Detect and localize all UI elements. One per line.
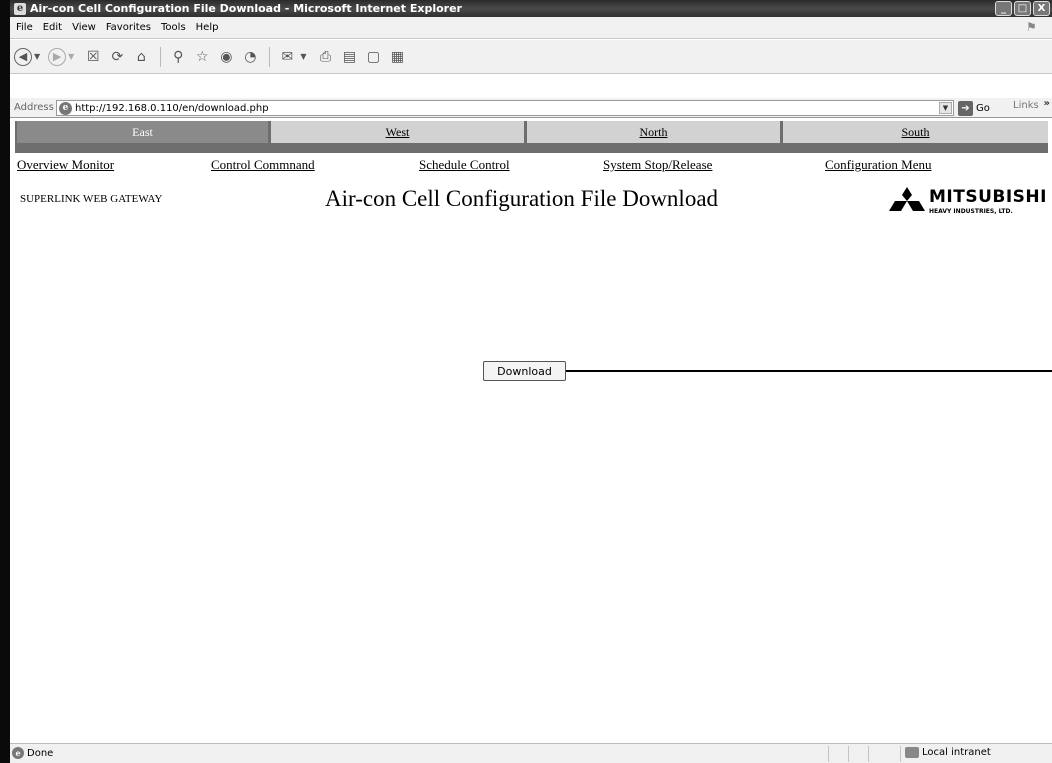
region-tabs: East West North South [15, 121, 1048, 153]
intranet-icon [905, 747, 919, 758]
logo-subtitle: HEAVY INDUSTRIES, LTD. [929, 208, 1013, 215]
nav-system-stop-release[interactable]: System Stop/Release [603, 157, 712, 173]
status-bar: e Done Local intranet [10, 743, 1052, 763]
status-divider [900, 746, 901, 762]
nav-schedule-control[interactable]: Schedule Control [419, 157, 510, 173]
mail-dropdown-icon[interactable]: ▼ [300, 52, 306, 61]
links-button[interactable]: Links [1013, 100, 1039, 111]
download-button[interactable]: Download [483, 361, 566, 381]
address-url: http://192.168.0.110/en/download.php [75, 102, 269, 114]
status-text: Done [27, 747, 54, 759]
zone-label: Local intranet [922, 747, 991, 758]
mitsubishi-logo: MITSUBISHI HEAVY INDUSTRIES, LTD. [887, 186, 1052, 216]
tab-south[interactable]: South [783, 121, 1048, 143]
address-input[interactable]: e http://192.168.0.110/en/download.php ▼ [56, 100, 954, 116]
page-status-icon: e [12, 747, 24, 759]
back-icon[interactable]: ◀ [14, 47, 32, 66]
nav-configuration-menu[interactable]: Configuration Menu [825, 157, 932, 173]
refresh-icon[interactable]: ⟳ [106, 45, 128, 69]
toolbar-separator [269, 46, 271, 67]
menu-tools[interactable]: Tools [156, 22, 191, 33]
window-title: Air-con Cell Configuration File Download… [30, 2, 462, 15]
maximize-button[interactable]: □ [1014, 1, 1031, 16]
gateway-label: SUPERLINK WEB GATEWAY [20, 193, 163, 205]
home-icon[interactable]: ⌂ [130, 45, 152, 69]
toolbar-separator [160, 46, 162, 67]
logo-brand: MITSUBISHI [929, 187, 1047, 207]
title-bar[interactable]: e Air-con Cell Configuration File Downlo… [10, 0, 1052, 17]
address-bar: Address e http://192.168.0.110/en/downlo… [10, 98, 1052, 118]
chevron-right-icon[interactable]: » [1044, 98, 1050, 109]
menu-file[interactable]: File [10, 22, 38, 33]
go-button[interactable]: ➔ Go [958, 100, 990, 116]
forward-icon[interactable]: ▶ [48, 47, 67, 66]
discuss-icon[interactable]: ▢ [362, 45, 384, 69]
go-label: Go [976, 102, 990, 114]
menu-favorites[interactable]: Favorites [101, 22, 156, 33]
page-title: Air-con Cell Configuration File Download [325, 186, 719, 211]
stop-icon[interactable]: ☒ [82, 45, 104, 69]
callout-line [566, 370, 1052, 372]
go-arrow-icon: ➔ [958, 100, 973, 116]
edit-icon[interactable]: ▤ [338, 45, 360, 69]
tab-west[interactable]: West [271, 121, 524, 143]
nav-overview-monitor[interactable]: Overview Monitor [17, 157, 114, 173]
windows-flag-icon: ⚑ [1026, 20, 1037, 34]
security-zone: Local intranet [905, 747, 991, 758]
tab-east[interactable]: East [17, 121, 268, 143]
status-divider [848, 746, 849, 762]
mail-icon[interactable]: ✉ [276, 45, 298, 69]
menu-view[interactable]: View [67, 22, 101, 33]
window-controls: _ □ X [995, 1, 1050, 16]
status-left: e Done [12, 747, 53, 759]
window-frame-left [0, 0, 10, 763]
nav-control-command[interactable]: Control Commnand [211, 157, 315, 173]
history-icon[interactable]: ◔ [239, 45, 261, 69]
menu-help[interactable]: Help [191, 22, 224, 33]
toolbar: ◀ ▼ ▶ ▼ ☒ ⟳ ⌂ ⚲ ☆ ◉ ◔ ✉ ▼ ⎙ ▤ ▢ ▦ [10, 40, 1052, 74]
messenger-icon[interactable]: ▦ [386, 45, 408, 69]
menu-edit[interactable]: Edit [38, 22, 67, 33]
logo-text: MITSUBISHI HEAVY INDUSTRIES, LTD. [929, 187, 1047, 215]
media-icon[interactable]: ◉ [215, 45, 237, 69]
status-divider [828, 746, 829, 762]
favorites-star-icon[interactable]: ☆ [191, 45, 213, 69]
address-label: Address [14, 102, 54, 113]
back-dropdown-icon[interactable]: ▼ [34, 52, 40, 61]
ie-app-icon: e [14, 2, 26, 15]
tab-north[interactable]: North [527, 121, 780, 143]
nav-links: Overview Monitor Control Commnand Schedu… [15, 157, 1048, 175]
page-icon: e [59, 101, 72, 115]
status-divider [868, 746, 869, 762]
address-dropdown-icon[interactable]: ▼ [939, 102, 952, 114]
browser-window: e Air-con Cell Configuration File Downlo… [0, 0, 1052, 763]
mitsubishi-diamonds-icon [889, 187, 925, 211]
print-icon[interactable]: ⎙ [314, 45, 336, 69]
minimize-button[interactable]: _ [995, 1, 1012, 16]
forward-dropdown-icon[interactable]: ▼ [68, 52, 74, 61]
menu-bar: File Edit View Favorites Tools Help ⚑ [10, 17, 1052, 39]
close-button[interactable]: X [1033, 1, 1050, 16]
search-icon[interactable]: ⚲ [167, 45, 189, 69]
